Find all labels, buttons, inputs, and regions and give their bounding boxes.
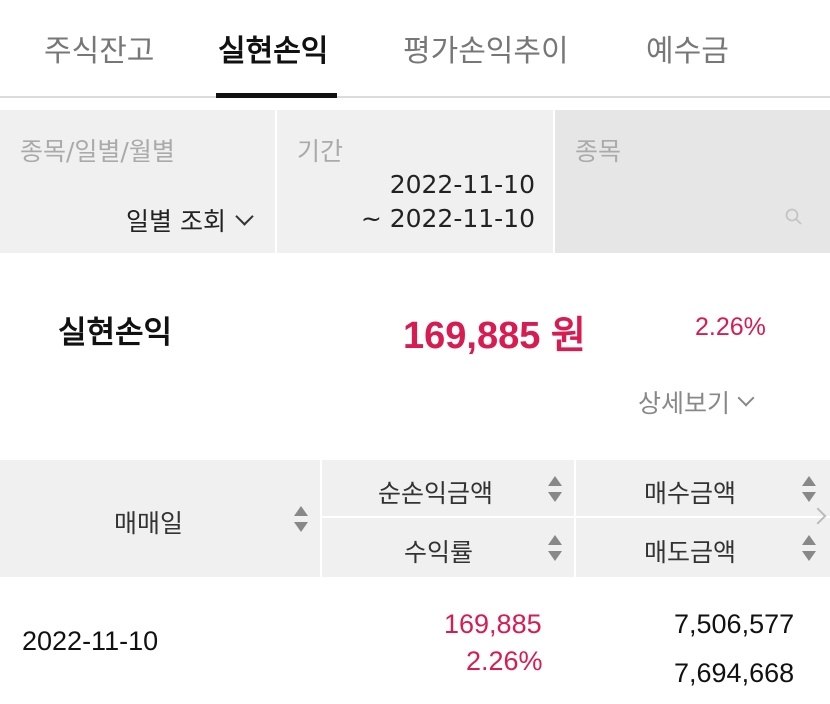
view-type-value: 일별 조회 [126, 207, 226, 236]
realized-pnl-amount: 169,885 원 [403, 315, 586, 357]
realized-pnl-rate: 2.26% [695, 313, 766, 341]
row-sell-amount: 7,694,668 [674, 658, 795, 688]
tab-realized-pnl[interactable]: 실현손익 [218, 26, 328, 70]
realized-pnl-title: 실현손익 [58, 315, 173, 351]
sort-icon[interactable] [548, 476, 562, 502]
tab-bar: 주식잔고 실현손익 평가손익추이 예수금 [0, 0, 830, 98]
period-start: 2022-11-10 [389, 170, 535, 199]
active-tab-indicator [216, 93, 337, 98]
stock-label: 종목 [575, 137, 622, 166]
header-net-profit[interactable]: 순손익금액 [378, 474, 493, 510]
row-net-profit: 169,885 [444, 609, 542, 639]
search-icon[interactable] [785, 208, 802, 225]
view-type-label: 종목/일별/월별 [20, 137, 175, 166]
view-type-filter[interactable]: 종목/일별/월별 일별 조회 [0, 110, 275, 253]
view-details-button[interactable]: 상세보기 [638, 384, 755, 420]
stock-search-field[interactable]: 종목 [555, 110, 830, 253]
header-buy-amount[interactable]: 매수금액 [644, 474, 736, 510]
period-filter[interactable]: 기간 2022-11-10 ~ 2022-11-10 [277, 110, 553, 253]
column-divider [320, 460, 322, 577]
tab-valuation-trend[interactable]: 평가손익추이 [403, 26, 569, 70]
period-end: ~ 2022-11-10 [360, 204, 535, 233]
view-type-select[interactable]: 일별 조회 [126, 202, 254, 238]
view-details-label: 상세보기 [638, 389, 731, 418]
tab-deposit[interactable]: 예수금 [646, 26, 729, 70]
sort-icon[interactable] [294, 506, 308, 532]
sort-icon[interactable] [548, 535, 562, 561]
chevron-down-icon [235, 206, 254, 226]
chevron-down-icon [737, 389, 755, 407]
column-divider [574, 460, 576, 577]
tab-stock-balance[interactable]: 주식잔고 [44, 26, 154, 70]
header-trade-date[interactable]: 매매일 [114, 504, 183, 540]
sort-icon[interactable] [802, 535, 816, 561]
row-buy-amount: 7,506,577 [674, 609, 795, 639]
header-return-rate[interactable]: 수익률 [404, 533, 473, 569]
period-label: 기간 [297, 137, 344, 166]
header-sell-amount[interactable]: 매도금액 [644, 533, 736, 569]
header-row-divider [322, 516, 830, 518]
row-return-rate: 2.26% [466, 646, 543, 676]
sort-icon[interactable] [802, 476, 816, 502]
row-trade-date: 2022-11-10 [22, 626, 159, 656]
